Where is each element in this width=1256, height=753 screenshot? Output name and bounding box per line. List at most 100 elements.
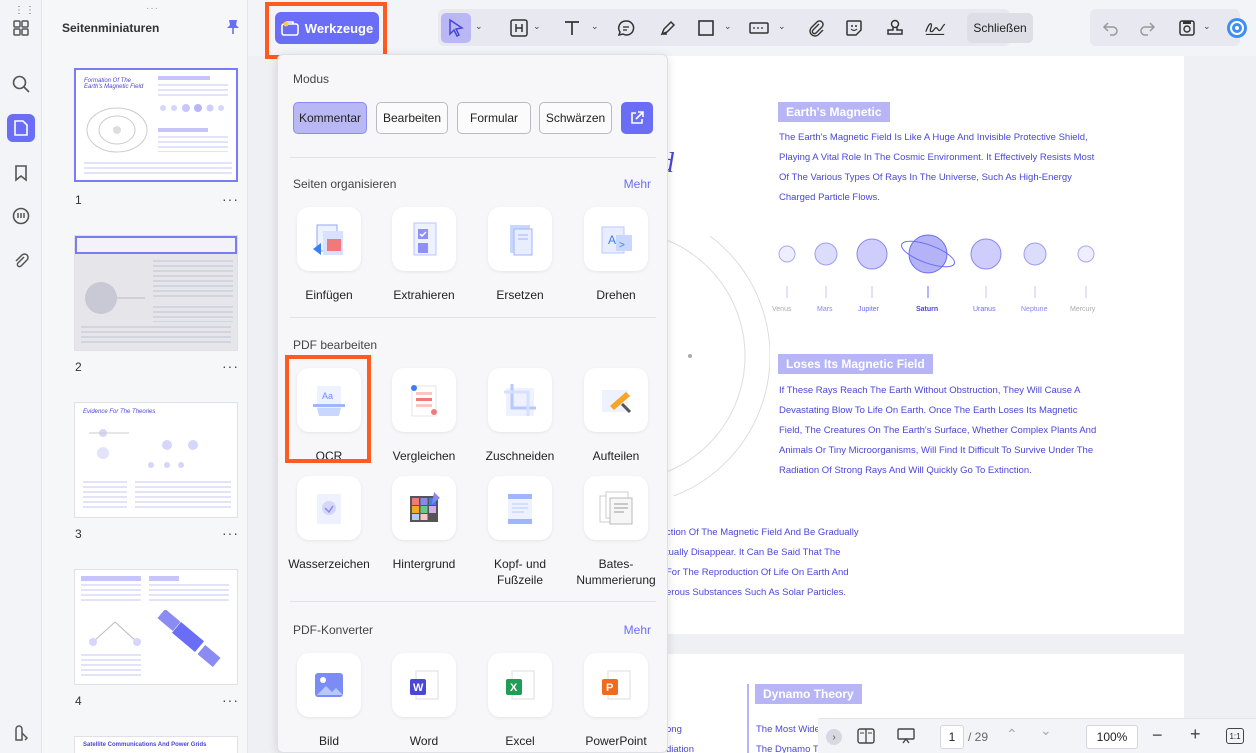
thumbnail-page-4[interactable] <box>74 569 238 685</box>
svg-text:>: > <box>619 240 625 251</box>
chevron-down-icon[interactable]: ⌄ <box>591 21 599 32</box>
left-rail: ⋮⋮ <box>0 0 42 753</box>
crop-icon <box>488 368 552 432</box>
mode-kommentar-button[interactable]: Kommentar <box>293 102 367 134</box>
close-button[interactable]: Schließen <box>967 13 1033 43</box>
thumbnail-page-5[interactable]: Satellite Communications And Power Grids <box>74 736 238 753</box>
chevron-down-icon[interactable]: ⌄ <box>1203 21 1211 32</box>
chevron-down-icon[interactable]: ⌄ <box>778 21 786 32</box>
tool-zuschneiden[interactable]: Zuschneiden <box>477 368 563 464</box>
compare-icon <box>392 368 456 432</box>
thumbnail-more-icon[interactable]: ··· <box>222 525 239 541</box>
comment-icon[interactable] <box>615 17 637 39</box>
thumbnail-page-2[interactable] <box>74 235 238 351</box>
chevron-right-icon[interactable]: › <box>826 729 842 745</box>
chevron-down-icon[interactable]: ⌄ <box>475 21 483 32</box>
planets-graphic <box>778 234 1095 298</box>
tool-vergleichen[interactable]: Vergleichen <box>381 368 467 464</box>
pages-grid-icon[interactable] <box>7 14 35 42</box>
text-tool-icon[interactable] <box>561 17 583 39</box>
mode-formular-button[interactable]: Formular <box>457 102 531 134</box>
mode-section-title: Modus <box>293 72 330 86</box>
thumbnail-page-1[interactable]: Formation Of The Earth's Magnetic Field <box>74 68 238 182</box>
section-tag: Dynamo Theory <box>755 684 862 704</box>
tool-extrahieren[interactable]: Extrahieren <box>381 207 467 303</box>
zoom-out-icon[interactable]: − <box>1152 725 1163 746</box>
zoom-input[interactable]: 100% <box>1086 725 1138 749</box>
stamp-bar-icon[interactable] <box>748 17 770 39</box>
image-convert-icon <box>297 653 361 717</box>
section-tag: Loses Its Magnetic Field <box>778 354 933 374</box>
word-convert-icon: W <box>392 653 456 717</box>
tool-excel[interactable]: X Excel <box>477 653 563 749</box>
planet-labels: Venus Mars Jupiter Saturn Uranus Neptune… <box>772 306 1096 313</box>
tool-aufteilen[interactable]: Aufteilen <box>573 368 659 464</box>
stamp-icon[interactable] <box>884 17 906 39</box>
highlight-ocr <box>285 355 371 463</box>
thumbnail-more-icon[interactable]: ··· <box>222 191 239 207</box>
page-number: 4 <box>75 694 82 708</box>
thumbnail-more-icon[interactable]: ··· <box>222 692 239 708</box>
thumbnails-icon[interactable] <box>7 114 35 142</box>
organize-more-link[interactable]: Mehr <box>624 177 651 191</box>
tool-hintergrund[interactable]: Hintergrund <box>381 476 467 572</box>
save-icon[interactable] <box>1176 17 1198 39</box>
vertical-rule <box>747 684 749 753</box>
presentation-icon[interactable] <box>896 727 916 750</box>
attachment-icon[interactable] <box>7 247 35 275</box>
page-total: / 29 <box>968 730 989 744</box>
theme-icon[interactable] <box>7 720 35 748</box>
external-link-icon[interactable] <box>621 102 653 134</box>
header-footer-icon <box>488 476 552 540</box>
cursor-icon[interactable] <box>445 17 467 39</box>
chevron-up-icon[interactable]: ⌃ <box>1006 726 1018 743</box>
page-number: 3 <box>75 527 82 541</box>
page-number-input[interactable]: 1 <box>940 725 964 749</box>
mode-schwaerzen-button[interactable]: Schwärzen <box>539 102 612 134</box>
tool-bates-nummerierung[interactable]: Bates-Nummerierung <box>573 476 659 588</box>
convert-section-title: PDF-Konverter <box>293 623 374 637</box>
document-page-1: d Earth's Magnetic The Earth's Magnetic … <box>660 56 1184 634</box>
tool-einfuegen[interactable]: Einfügen <box>286 207 372 303</box>
extract-pages-icon <box>392 207 456 271</box>
thumbnail-panel: ··· Seitenminiaturen Formation Of The Ear… <box>42 0 248 753</box>
thumbnail-page-3[interactable]: Evidence For The Theories <box>74 402 238 518</box>
undo-icon[interactable] <box>1100 17 1122 39</box>
mode-bearbeiten-button[interactable]: Bearbeiten <box>376 102 448 134</box>
search-icon[interactable] <box>7 70 35 98</box>
pin-icon[interactable] <box>226 19 240 40</box>
sticker-icon[interactable] <box>843 17 865 39</box>
panel-title: Seitenminiaturen <box>62 21 160 35</box>
bookmark-icon[interactable] <box>7 159 35 187</box>
tool-bild[interactable]: Bild <box>286 653 372 749</box>
panel-resize-handle[interactable]: ··· <box>146 3 159 14</box>
redo-icon[interactable] <box>1136 17 1158 39</box>
signature-icon[interactable] <box>924 17 946 39</box>
rectangle-icon[interactable] <box>695 17 717 39</box>
tool-ersetzen[interactable]: Ersetzen <box>477 207 563 303</box>
comments-icon[interactable] <box>7 202 35 230</box>
textbox-icon[interactable] <box>508 17 530 39</box>
ai-assistant-icon[interactable] <box>1226 17 1248 39</box>
tool-wasserzeichen[interactable]: Wasserzeichen <box>286 476 372 572</box>
page-layout-icon[interactable] <box>856 727 876 750</box>
highlighter-icon[interactable] <box>657 17 679 39</box>
paperclip-icon[interactable] <box>804 17 826 39</box>
tool-kopf-fusszeile[interactable]: Kopf- und Fußzeile <box>477 476 563 588</box>
page-number: 1 <box>75 193 82 207</box>
actual-size-button[interactable]: 1:1 <box>1226 728 1244 744</box>
watermark-icon <box>297 476 361 540</box>
background-icon <box>392 476 456 540</box>
thumbnail-more-icon[interactable]: ··· <box>222 358 239 374</box>
chevron-down-icon[interactable]: ⌄ <box>1040 722 1052 739</box>
chevron-down-icon[interactable]: ⌄ <box>533 21 541 32</box>
tool-word[interactable]: W Word <box>381 653 467 749</box>
chevron-down-icon[interactable]: ⌄ <box>724 21 732 32</box>
zoom-in-icon[interactable]: + <box>1190 724 1201 745</box>
tool-powerpoint[interactable]: P PowerPoint <box>573 653 659 749</box>
convert-more-link[interactable]: Mehr <box>624 623 651 637</box>
insert-pages-icon <box>297 207 361 271</box>
page-number: 2 <box>75 360 82 374</box>
tool-drehen[interactable]: A > Drehen <box>573 207 659 303</box>
document-viewport: d Earth's Magnetic The Earth's Magnetic … <box>660 56 1256 753</box>
